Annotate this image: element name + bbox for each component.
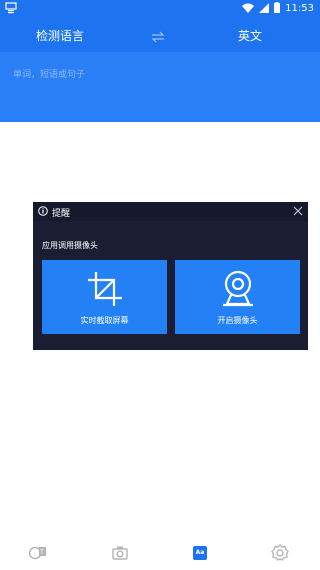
webcam-icon	[223, 270, 253, 307]
status-bar: 11:53	[0, 0, 320, 18]
open-camera-button[interactable]: 开启摄像头	[175, 260, 300, 334]
translate-header: 检测语言 英文 单词，短语或句子	[0, 18, 320, 122]
capture-screen-button[interactable]: 实时截取屏幕	[42, 260, 167, 334]
tab-settings[interactable]	[270, 543, 290, 563]
wifi-icon	[242, 3, 255, 16]
crop-icon	[88, 272, 122, 306]
swap-languages-icon[interactable]	[151, 28, 165, 47]
camera-icon	[112, 546, 128, 560]
dialog-title-bar: 提醒	[33, 202, 308, 221]
battery-icon	[274, 2, 281, 16]
translate-icon: T	[28, 546, 46, 560]
capture-screen-label: 实时截取屏幕	[80, 316, 129, 325]
tab-translate[interactable]: T	[28, 543, 48, 563]
source-language-button[interactable]: 检测语言	[0, 27, 120, 44]
dialog-title: 提醒	[52, 209, 71, 219]
svg-text:T: T	[39, 549, 44, 556]
camera-permission-dialog: 提醒 应用调用摄像头 实时截取屏幕 开启摄像头	[33, 202, 308, 350]
gear-icon	[271, 544, 289, 561]
dialog-subtitle: 应用调用摄像头	[42, 241, 98, 250]
bottom-tab-bar: T Aa	[0, 535, 320, 570]
close-icon[interactable]	[293, 206, 303, 219]
target-language-button[interactable]: 英文	[190, 27, 310, 44]
open-camera-label: 开启摄像头	[217, 316, 258, 325]
status-time: 11:53	[285, 3, 314, 14]
text-input-area[interactable]: 单词，短语或句子	[0, 52, 320, 122]
language-bar: 检测语言 英文	[0, 18, 320, 52]
input-placeholder: 单词，短语或句子	[13, 70, 86, 80]
tab-camera[interactable]	[110, 543, 130, 563]
signal-icon	[259, 2, 270, 16]
info-icon	[38, 206, 48, 219]
app-notification-icon	[5, 2, 17, 17]
tab-dictionary[interactable]: Aa	[190, 543, 210, 563]
aa-icon: Aa	[193, 546, 207, 560]
